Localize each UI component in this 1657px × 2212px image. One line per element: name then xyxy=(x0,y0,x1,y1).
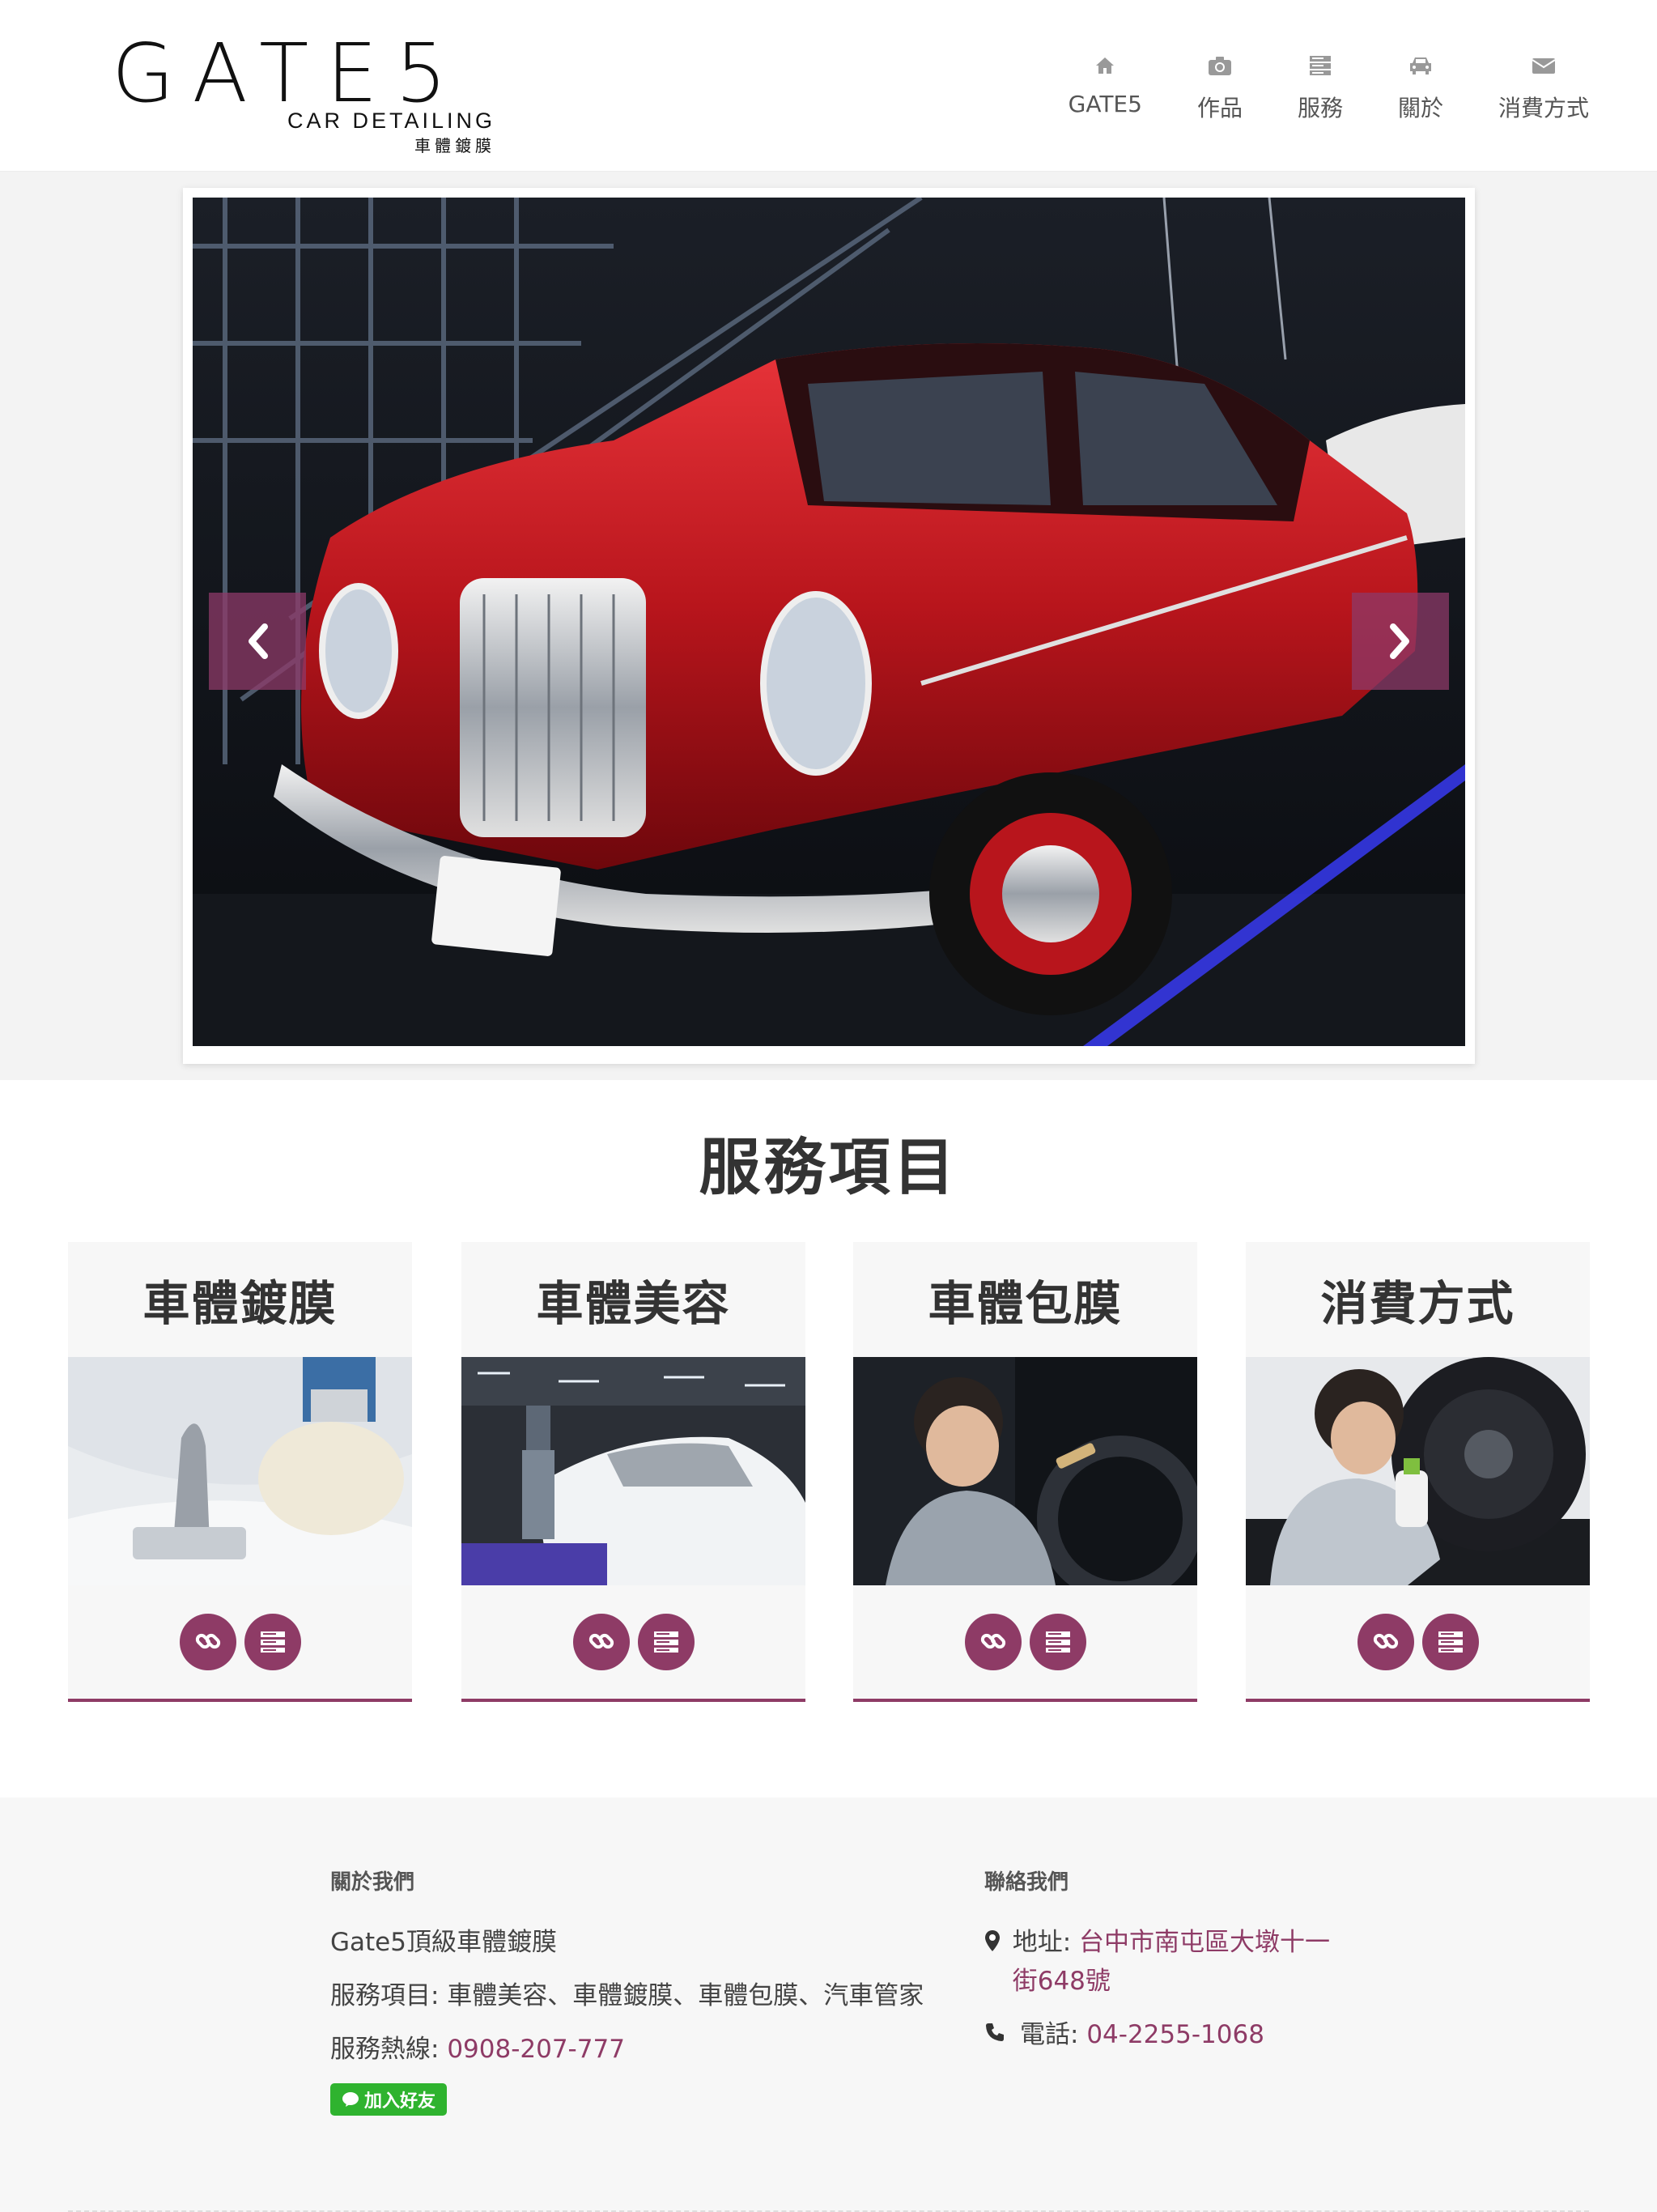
nav-label: 服務 xyxy=(1297,95,1343,121)
link-icon xyxy=(980,1633,1005,1649)
site-header: GATE5 CAR DETAILING 車體鍍膜 GATE5 作品 服務 關於 … xyxy=(0,0,1657,172)
details-button[interactable] xyxy=(637,1614,695,1670)
details-button[interactable] xyxy=(244,1614,301,1670)
footer-phone: 電話: 04-2255-1068 xyxy=(984,2015,1340,2054)
nav-item-pricing[interactable]: 消費方式 xyxy=(1471,52,1617,141)
nav-item-about[interactable]: 關於 xyxy=(1370,52,1471,141)
car-icon xyxy=(1407,52,1434,79)
line-add-friend-button[interactable]: 加入好友 xyxy=(330,2083,448,2116)
site-footer: 關於我們 Gate5頂級車體鍍膜 服務項目: 車體美容、車體鍍膜、車體包膜、汽車… xyxy=(0,1797,1657,2212)
chevron-left-icon xyxy=(249,623,268,659)
logo-tagline-chinese: 車體鍍膜 xyxy=(414,136,495,155)
footer-about-heading: 關於我們 xyxy=(330,1870,415,1895)
link-icon xyxy=(588,1633,614,1649)
services-heading: 服務項目 xyxy=(699,1131,958,1203)
footer-hotline: 服務熱線: 0908-207-777 xyxy=(330,2030,929,2069)
service-card-title: 車體鍍膜 xyxy=(142,1276,338,1331)
link-button[interactable] xyxy=(179,1614,236,1670)
footer-company-name: Gate5頂級車體鍍膜 xyxy=(330,1928,557,1957)
service-card-wrap: 車體包膜 xyxy=(853,1242,1197,1702)
footer-address: 地址: 台中市南屯區大墩十一街648號 xyxy=(984,1923,1340,2001)
service-card-actions xyxy=(853,1585,1197,1699)
phone-link[interactable]: 04-2255-1068 xyxy=(1086,2020,1264,2049)
footer-services-text: 服務項目: 車體美容、車體鍍膜、車體包膜、汽車管家 xyxy=(330,1981,924,2010)
map-marker-icon xyxy=(984,1923,1013,1952)
main-nav: GATE5 作品 服務 關於 消費方式 xyxy=(1041,52,1617,141)
service-card-actions xyxy=(461,1585,805,1699)
service-card-image xyxy=(68,1357,412,1585)
nav-item-works[interactable]: 作品 xyxy=(1170,52,1270,141)
link-icon xyxy=(1373,1633,1398,1649)
line-chat-icon xyxy=(342,2092,359,2107)
home-icon xyxy=(1091,52,1119,79)
service-card-title: 車體包膜 xyxy=(928,1276,1123,1331)
nav-label: 消費方式 xyxy=(1498,95,1589,121)
server-icon xyxy=(653,1631,678,1653)
server-icon xyxy=(1306,52,1334,79)
carousel-prev-button[interactable] xyxy=(209,593,306,690)
link-button[interactable] xyxy=(572,1614,630,1670)
nav-label: GATE5 xyxy=(1068,91,1142,117)
service-card-image xyxy=(1246,1357,1590,1585)
chevron-right-icon xyxy=(1390,623,1409,659)
carousel-slide-image xyxy=(193,198,1465,1046)
nav-label: 作品 xyxy=(1196,95,1243,121)
service-card-coating: 車體鍍膜 xyxy=(68,1242,412,1702)
footer-about: 關於我們 Gate5頂級車體鍍膜 服務項目: 車體美容、車體鍍膜、車體包膜、汽車… xyxy=(330,1865,929,2116)
link-button[interactable] xyxy=(964,1614,1022,1670)
service-card-pricing: 消費方式 xyxy=(1246,1242,1590,1702)
logo-wordmark: GATE5 xyxy=(112,26,465,121)
service-card-title: 車體美容 xyxy=(536,1276,731,1331)
footer-contact-heading: 聯絡我們 xyxy=(984,1870,1069,1895)
link-button[interactable] xyxy=(1357,1614,1414,1670)
service-card-actions xyxy=(68,1585,412,1699)
camera-icon xyxy=(1206,52,1234,79)
details-button[interactable] xyxy=(1029,1614,1086,1670)
line-button-label: 加入好友 xyxy=(364,2091,436,2112)
phone-icon xyxy=(984,2015,1020,2043)
hotline-link[interactable]: 0908-207-777 xyxy=(447,2035,625,2064)
service-card-detailing: 車體美容 xyxy=(461,1242,805,1702)
nav-label: 關於 xyxy=(1397,95,1443,121)
details-button[interactable] xyxy=(1421,1614,1479,1670)
server-icon xyxy=(1438,1631,1463,1653)
logo-tagline: CAR DETAILING xyxy=(287,108,495,133)
link-icon xyxy=(195,1633,220,1649)
footer-contact: 聯絡我們 地址: 台中市南屯區大墩十一街648號 電話: 04-2255-106… xyxy=(984,1865,1340,2069)
service-card-image xyxy=(461,1357,805,1585)
nav-item-gate5[interactable]: GATE5 xyxy=(1041,52,1170,141)
hotline-label: 服務熱線: xyxy=(330,2035,448,2064)
carousel-next-button[interactable] xyxy=(1352,593,1449,690)
phone-label: 電話: xyxy=(1020,2020,1087,2049)
envelope-icon xyxy=(1530,52,1557,79)
service-card-actions xyxy=(1246,1585,1590,1699)
service-card-title: 消費方式 xyxy=(1320,1276,1515,1331)
server-icon xyxy=(1045,1631,1070,1653)
logo[interactable]: GATE5 CAR DETAILING 車體鍍膜 xyxy=(112,29,500,159)
service-card-image xyxy=(853,1357,1197,1585)
nav-item-services[interactable]: 服務 xyxy=(1270,52,1370,141)
server-icon xyxy=(260,1631,285,1653)
address-label: 地址: xyxy=(1012,1928,1080,1957)
